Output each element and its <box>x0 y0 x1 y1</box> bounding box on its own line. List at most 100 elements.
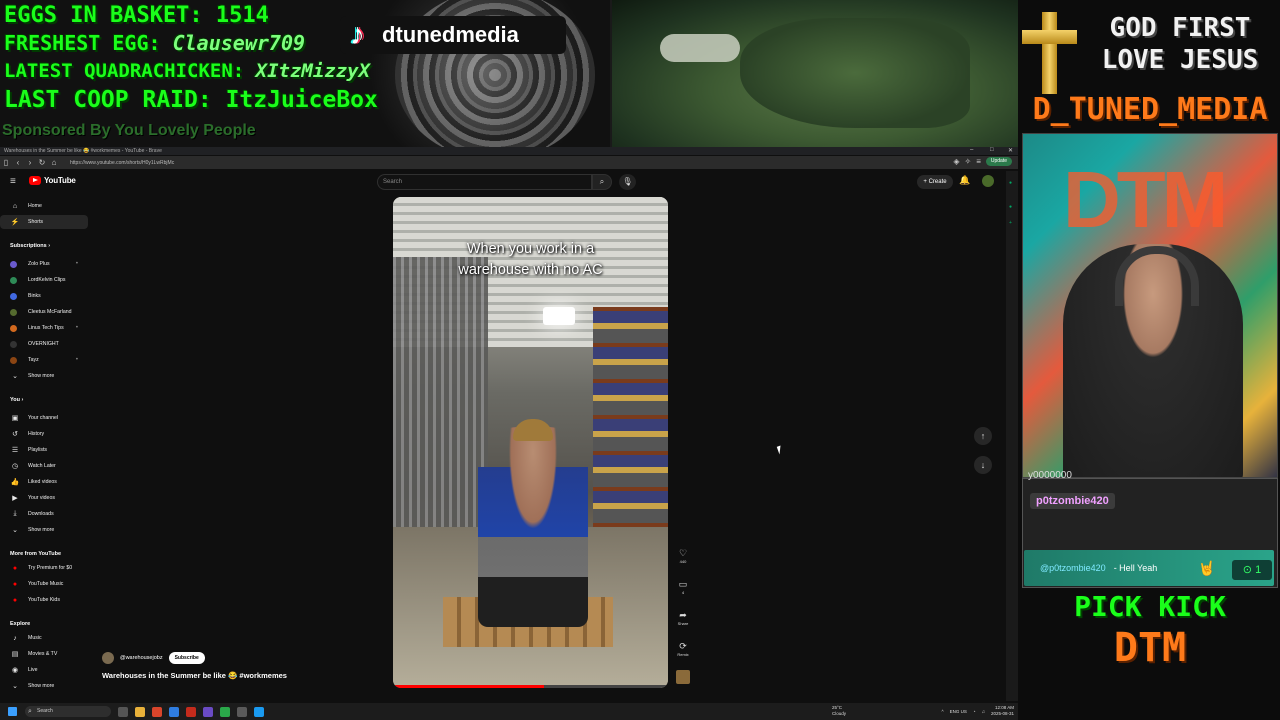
lang-indicator[interactable]: ENG US <box>950 709 967 714</box>
subscribe-button[interactable]: Subscribe <box>168 652 205 664</box>
sidebar-item-sub[interactable]: LordKelvin Clips <box>0 273 88 287</box>
back-icon[interactable]: ‹ <box>12 158 24 167</box>
sidebar-item-movies[interactable]: ▤ Movies & TV <box>0 647 88 661</box>
minimize-icon[interactable]: – <box>970 147 973 153</box>
hamburger-icon[interactable]: ≡ <box>10 176 16 187</box>
tray-chevron-icon[interactable]: ^ <box>941 709 943 714</box>
task-view-icon[interactable] <box>118 706 128 717</box>
windows-start-icon[interactable] <box>8 707 17 716</box>
sidebar-item-music[interactable]: ● YouTube Music <box>0 577 88 591</box>
youtube-header: ≡ YouTube Search ⌕ 🎙 + Create 🔔 <box>0 170 1005 196</box>
volume-icon[interactable]: ♫ <box>982 709 985 714</box>
sidebar-item-sub[interactable]: Tayz • <box>0 353 88 367</box>
create-button[interactable]: + Create <box>917 175 953 189</box>
show-more-subscriptions[interactable]: ⌄ Show more <box>0 369 88 383</box>
taskbar-search[interactable]: Search <box>25 706 111 717</box>
sidebar-item-downloads[interactable]: ⤓ Downloads <box>0 507 88 521</box>
menu-icon[interactable]: ≡ <box>976 157 981 166</box>
brave-shield-icon[interactable]: ◈ <box>953 157 959 166</box>
channel-name-link[interactable]: @warehousejobz <box>120 655 163 661</box>
previous-short-button[interactable]: ↑ <box>974 427 992 445</box>
sidebar-item-premium[interactable]: ● Try Premium for $0 <box>0 561 88 575</box>
chat-count-badge: ⊙ 1 <box>1232 560 1272 580</box>
sidebar-item-liked[interactable]: 👍 Liked videos <box>0 475 88 489</box>
sidebar-item-history[interactable]: ↺ History <box>0 427 88 441</box>
you-header[interactable]: You › <box>10 397 23 403</box>
sidebar-item-your-channel[interactable]: ▣ Your channel <box>0 411 88 425</box>
clock[interactable]: 12:08 AM 2025-08-31 <box>991 705 1014 717</box>
update-button[interactable]: Update <box>985 157 1012 166</box>
sidebar-item-playlists[interactable]: ☰ Playlists <box>0 443 88 457</box>
sidebar-item-kids[interactable]: ● YouTube Kids <box>0 593 88 607</box>
extension-icon[interactable]: ✧ <box>965 157 972 166</box>
sidebar-item-shorts[interactable]: ⚡ Shorts <box>0 215 88 229</box>
browser-side-panel <box>1006 171 1018 701</box>
telegram-icon[interactable] <box>254 706 264 717</box>
share-button[interactable]: ➦ Share <box>674 610 692 626</box>
rock-hand-icon: 🤘 <box>1198 560 1216 576</box>
sidebar-item-live[interactable]: ◉ Live <box>0 663 88 677</box>
sidebar-item-sub[interactable]: OVERNIGHT <box>0 337 88 351</box>
maximize-icon[interactable]: □ <box>990 147 994 153</box>
close-icon[interactable]: ✕ <box>1008 147 1013 154</box>
bookmark-icon[interactable]: ⌂ <box>48 158 60 167</box>
search-input[interactable]: Search <box>377 174 592 190</box>
sidebar-item-sub[interactable]: Zolo Plus • <box>0 257 88 271</box>
side-panel-icon[interactable]: ● <box>1009 180 1012 186</box>
weather-widget[interactable]: 25°C Cloudy <box>832 705 846 717</box>
god-first-text: GOD FIRST LOVE JESUS <box>1101 13 1259 75</box>
sidebar-toggle-icon[interactable]: ▯ <box>0 158 12 167</box>
next-short-button[interactable]: ↓ <box>974 456 992 474</box>
avatar[interactable] <box>982 175 994 187</box>
video-progress-bar[interactable] <box>393 685 668 688</box>
sidebar-item-sub[interactable]: Cleetus McFarland <box>0 305 88 319</box>
sidebar-item-explore-music[interactable]: ♪ Music <box>0 631 88 645</box>
ceiling-light <box>543 307 575 325</box>
short-video-player[interactable]: When you work in a warehouse with no AC <box>393 197 668 688</box>
bell-icon[interactable]: 🔔 <box>959 175 970 186</box>
blanket-graphic <box>740 18 970 128</box>
sidebar-item-your-videos[interactable]: ▶ Your videos <box>0 491 88 505</box>
obs-icon[interactable] <box>220 706 230 717</box>
like-button[interactable]: ♡ 440 <box>674 548 692 564</box>
youtube-kids-icon: ● <box>12 596 18 604</box>
file-explorer-icon[interactable] <box>135 706 145 717</box>
short-title[interactable]: Warehouses in the Summer be like 😂 #work… <box>102 671 287 680</box>
clock-icon: ◷ <box>11 463 19 470</box>
remix-button[interactable]: ⟳ Remix <box>674 641 692 657</box>
terminal-icon[interactable] <box>237 706 247 717</box>
sidebar-item-sub[interactable]: Linus Tech Tips • <box>0 321 88 335</box>
chat-message-text: - Hell Yeah <box>1113 563 1158 573</box>
sidebar-item-watch-later[interactable]: ◷ Watch Later <box>0 459 88 473</box>
wifi-icon[interactable]: ◔ <box>973 709 976 714</box>
discord-icon[interactable] <box>203 706 213 717</box>
stream-overlay-top: EGGS IN BASKET: 1514 FRESHEST EGG: Claus… <box>0 0 1018 147</box>
search-icon[interactable]: ⌕ <box>592 174 612 190</box>
youtube-logo[interactable]: YouTube <box>29 176 76 185</box>
show-more-explore[interactable]: ⌄ Show more <box>0 679 88 693</box>
dtm-wall-logo: DTM <box>1063 155 1228 244</box>
mic-icon[interactable]: 🎙 <box>619 174 636 190</box>
sidebar-item-home[interactable]: ⌂ Home <box>0 199 88 213</box>
audio-thumbnail[interactable] <box>676 670 690 684</box>
playlist-icon: ☰ <box>11 447 19 454</box>
windows-taskbar: Search 25°CCloudy ^ ENG US ◔ ♫ 12:08 AM2… <box>0 703 1018 720</box>
forward-icon[interactable]: › <box>24 158 36 167</box>
side-panel-icon[interactable]: ● <box>1009 204 1012 210</box>
dtm-text: DTM <box>1113 625 1187 671</box>
channel-avatar <box>10 276 17 284</box>
channel-avatar <box>10 308 17 316</box>
url-field[interactable]: https://www.youtube.com/shorts/H0y1LwRbj… <box>70 160 174 166</box>
sidebar-item-sub[interactable]: Binks <box>0 289 88 303</box>
channel-avatar <box>10 292 17 300</box>
edge-icon[interactable] <box>169 706 179 717</box>
channel-avatar[interactable] <box>102 652 114 664</box>
comment-button[interactable]: ▭ 4 <box>674 579 692 595</box>
browser-app-icon[interactable] <box>152 706 162 717</box>
stat-quadrachicken: LATEST QUADRACHICKEN: XItzMizzyX <box>4 60 371 82</box>
show-more-you[interactable]: ⌄ Show more <box>0 523 88 537</box>
brave-icon[interactable] <box>186 706 196 717</box>
subscriptions-header[interactable]: Subscriptions › <box>10 243 50 249</box>
side-panel-icon[interactable]: + <box>1009 220 1012 226</box>
reload-icon[interactable]: ↻ <box>36 158 48 167</box>
